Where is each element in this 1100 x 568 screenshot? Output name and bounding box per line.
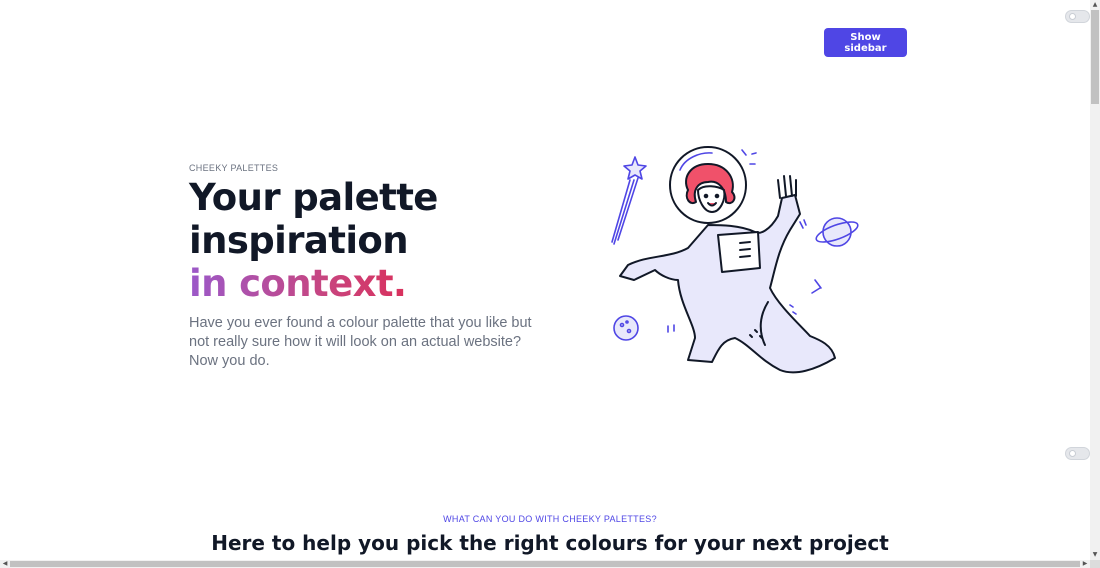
headline-line-1: Your palette (189, 176, 438, 219)
features-eyebrow: WHAT CAN YOU DO WITH CHEEKY PALETTES? (443, 514, 657, 524)
features-title: Here to help you pick the right colours … (211, 531, 889, 555)
planet-icon (815, 217, 859, 247)
horizontal-scrollbar[interactable]: ◀ ▶ (0, 560, 1090, 568)
scroll-left-icon[interactable]: ◀ (0, 560, 10, 568)
vertical-scroll-thumb[interactable] (1091, 10, 1099, 104)
headline-line-2: inspiration (189, 219, 409, 262)
hero-eyebrow: CHEEKY PALETTES (189, 163, 279, 173)
page: Show sidebar CHEEKY PALETTES Your palett… (0, 0, 1090, 560)
toggle-knob (1069, 450, 1076, 457)
astronaut-illustration (611, 146, 859, 374)
headline-gradient-line: in context. (189, 262, 438, 305)
scroll-down-icon[interactable]: ▼ (1090, 550, 1100, 560)
hero-description: Have you ever found a colour palette tha… (189, 315, 532, 369)
theme-toggle-top[interactable] (1065, 10, 1090, 23)
vertical-scrollbar[interactable]: ▲ ▼ (1090, 0, 1100, 560)
toggle-knob (1069, 13, 1076, 20)
horizontal-scroll-thumb[interactable] (10, 561, 1080, 567)
show-sidebar-button[interactable]: Show sidebar (824, 28, 907, 57)
hero-headline: Your palette inspiration in context. (189, 176, 438, 305)
shooting-star-icon (611, 156, 647, 245)
scroll-up-icon[interactable]: ▲ (1090, 0, 1100, 10)
theme-toggle-middle[interactable] (1065, 447, 1090, 460)
scroll-right-icon[interactable]: ▶ (1080, 560, 1090, 568)
scrollbar-corner (1090, 560, 1100, 568)
moon-icon (613, 315, 639, 341)
